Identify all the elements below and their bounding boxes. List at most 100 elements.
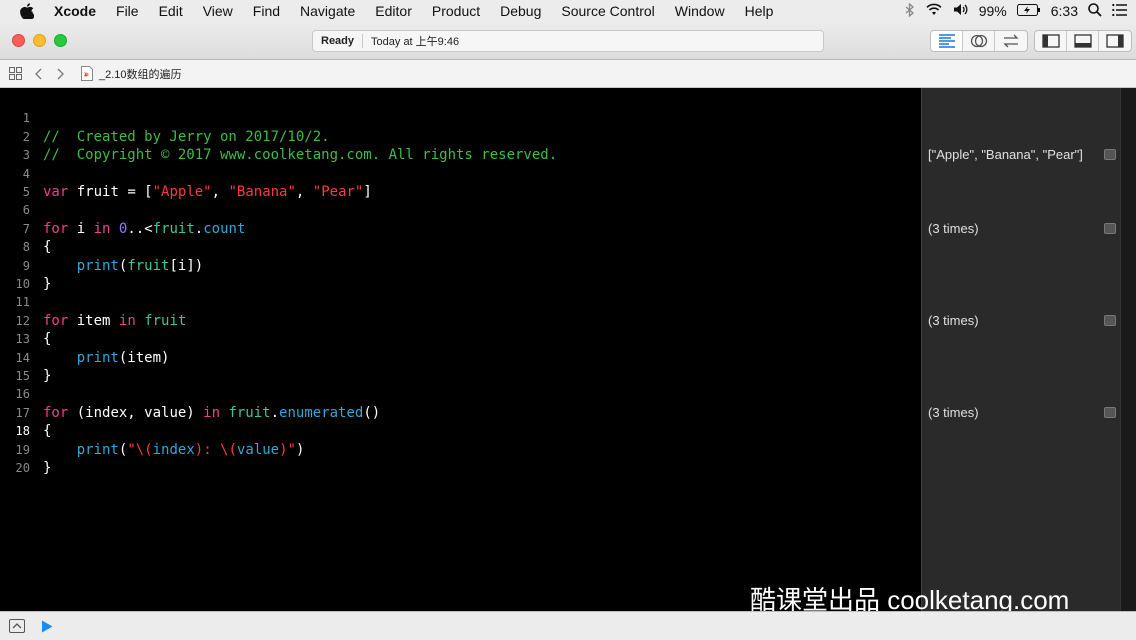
code-text: for item in fruit <box>43 312 186 330</box>
menu-edit[interactable]: Edit <box>159 3 183 19</box>
result-value: ["Apple", "Banana", "Pear"] <box>928 147 1083 163</box>
zoom-window-button[interactable] <box>54 34 67 47</box>
code-line-2: 2 // Copyright © 2017 www.coolketang.com… <box>0 109 557 163</box>
bluetooth-icon[interactable] <box>905 2 915 20</box>
function-print: print <box>76 257 119 274</box>
debug-bar <box>0 611 1136 640</box>
battery-percent: 99% <box>978 3 1007 19</box>
string-literal: "Apple" <box>152 184 212 200</box>
jump-bar-file-name[interactable]: _2.10数组的遍历 <box>99 66 182 82</box>
version-editor-button[interactable] <box>995 31 1027 51</box>
menu-file[interactable]: File <box>116 3 139 19</box>
code-line-9: 9 } <box>0 238 52 292</box>
code-punctuation: [i]) <box>169 257 204 274</box>
quick-look-button[interactable] <box>1104 222 1116 234</box>
code-editor[interactable]: 1 // Created by Jerry on 2017/10/2. 2 //… <box>0 88 921 611</box>
code-brace: { <box>43 423 52 440</box>
quick-look-button[interactable] <box>1104 406 1116 418</box>
hide-debug-area-icon[interactable] <box>8 617 26 635</box>
code-line-7: 7 { <box>0 201 52 255</box>
property-count: count <box>203 220 246 237</box>
code-punctuation: . <box>194 220 204 237</box>
code-comment: // Created by Jerry on 2017/10/2. <box>43 128 330 145</box>
toggle-navigator-button[interactable] <box>1035 31 1067 51</box>
function-print: print <box>76 441 119 458</box>
volume-icon[interactable] <box>953 3 969 19</box>
menu-navigate[interactable]: Navigate <box>300 3 355 19</box>
window-toolbar: Ready Today at 上午9:46 <box>0 22 1136 60</box>
quick-look-button[interactable] <box>1104 149 1116 161</box>
minimize-window-button[interactable] <box>33 34 46 47</box>
menu-app-name[interactable]: Xcode <box>54 3 96 19</box>
related-items-grid-icon[interactable] <box>7 66 23 82</box>
identifier-fruit: fruit <box>127 257 170 274</box>
menu-product[interactable]: Product <box>432 3 480 19</box>
identifier-fruit: fruit <box>228 404 271 421</box>
identifier-fruit: fruit <box>144 312 187 329</box>
code-punctuation: , <box>295 184 313 200</box>
wifi-icon[interactable] <box>925 3 943 19</box>
close-window-button[interactable] <box>12 34 25 47</box>
menu-help[interactable]: Help <box>745 3 774 19</box>
code-line-19: 19 } <box>0 422 52 476</box>
view-toggle-segmented-control <box>1034 30 1132 52</box>
code-line-16: 16 for (index, value) in fruit.enumerate… <box>0 367 381 420</box>
spotlight-search-icon[interactable] <box>1088 2 1102 20</box>
standard-editor-button[interactable] <box>931 31 963 51</box>
menu-find[interactable]: Find <box>253 3 280 19</box>
interpolated-index: index <box>152 441 195 458</box>
code-line-8: 8 print(fruit[i]) <box>0 220 203 273</box>
code-line-15: 15 <box>0 349 34 383</box>
result-line-8: (3 times) <box>928 220 1120 238</box>
keyword-in: in <box>93 220 111 237</box>
code-brace: { <box>43 331 52 348</box>
code-text: for i in 0..<fruit.count <box>43 220 245 238</box>
editor-scroll-strip[interactable] <box>1120 88 1136 611</box>
string-literal: )" <box>279 441 296 458</box>
activity-status-view: Ready Today at 上午9:46 <box>312 30 824 52</box>
code-line-20: 20 <box>0 441 34 475</box>
run-playground-icon[interactable] <box>38 617 56 635</box>
code-comment: // Copyright © 2017 www.coolketang.com. … <box>43 147 558 164</box>
code-brace: } <box>43 276 52 292</box>
forward-chevron-icon[interactable] <box>53 66 69 82</box>
menu-window[interactable]: Window <box>675 3 725 19</box>
notification-center-icon[interactable] <box>1112 3 1128 19</box>
menu-debug[interactable]: Debug <box>500 3 541 19</box>
code-punctuation: (item) <box>118 349 170 366</box>
code-line-17: 17 { <box>0 385 52 439</box>
keyword-for: for <box>43 312 69 329</box>
code-line-12: 12 { <box>0 293 52 347</box>
code-line-3: 3 <box>0 128 34 162</box>
battery-icon[interactable] <box>1016 3 1041 19</box>
toggle-debug-area-button[interactable] <box>1067 31 1099 51</box>
code-line-18: 18 print("\(index): \(value)") <box>0 404 305 457</box>
code-punctuation: , <box>211 184 229 200</box>
code-brace: { <box>43 239 52 256</box>
quick-look-button[interactable] <box>1104 314 1116 326</box>
code-punctuation: ) <box>295 441 305 458</box>
status-timestamp: Today at 上午9:46 <box>371 36 460 48</box>
string-literal: ): \( <box>194 441 237 458</box>
result-value: (3 times) <box>928 220 979 236</box>
result-line-13: (3 times) <box>928 312 1120 330</box>
back-chevron-icon[interactable] <box>30 66 46 82</box>
keyword-var: var <box>43 184 69 200</box>
clock[interactable]: 6:33 <box>1051 3 1078 19</box>
code-line-13: 13 print(item) <box>0 312 170 365</box>
identifier-i: i <box>76 220 86 237</box>
method-enumerated: enumerated <box>279 404 364 421</box>
menu-editor[interactable]: Editor <box>375 3 412 19</box>
menu-view[interactable]: View <box>203 3 233 19</box>
assistant-editor-button[interactable] <box>963 31 995 51</box>
function-print: print <box>76 349 119 366</box>
menu-source-control[interactable]: Source Control <box>561 3 654 19</box>
code-text: for (index, value) in fruit.enumerated() <box>43 404 380 422</box>
toggle-utilities-button[interactable] <box>1099 31 1131 51</box>
apple-menu-icon[interactable] <box>18 2 36 20</box>
result-line-4: ["Apple", "Banana", "Pear"] <box>928 146 1120 164</box>
code-line-4: 4 var fruit = ["Apple", "Banana", "Pear"… <box>0 146 372 200</box>
keyword-in: in <box>118 312 136 329</box>
code-line-6: 6 for i in 0..<fruit.count <box>0 183 246 236</box>
